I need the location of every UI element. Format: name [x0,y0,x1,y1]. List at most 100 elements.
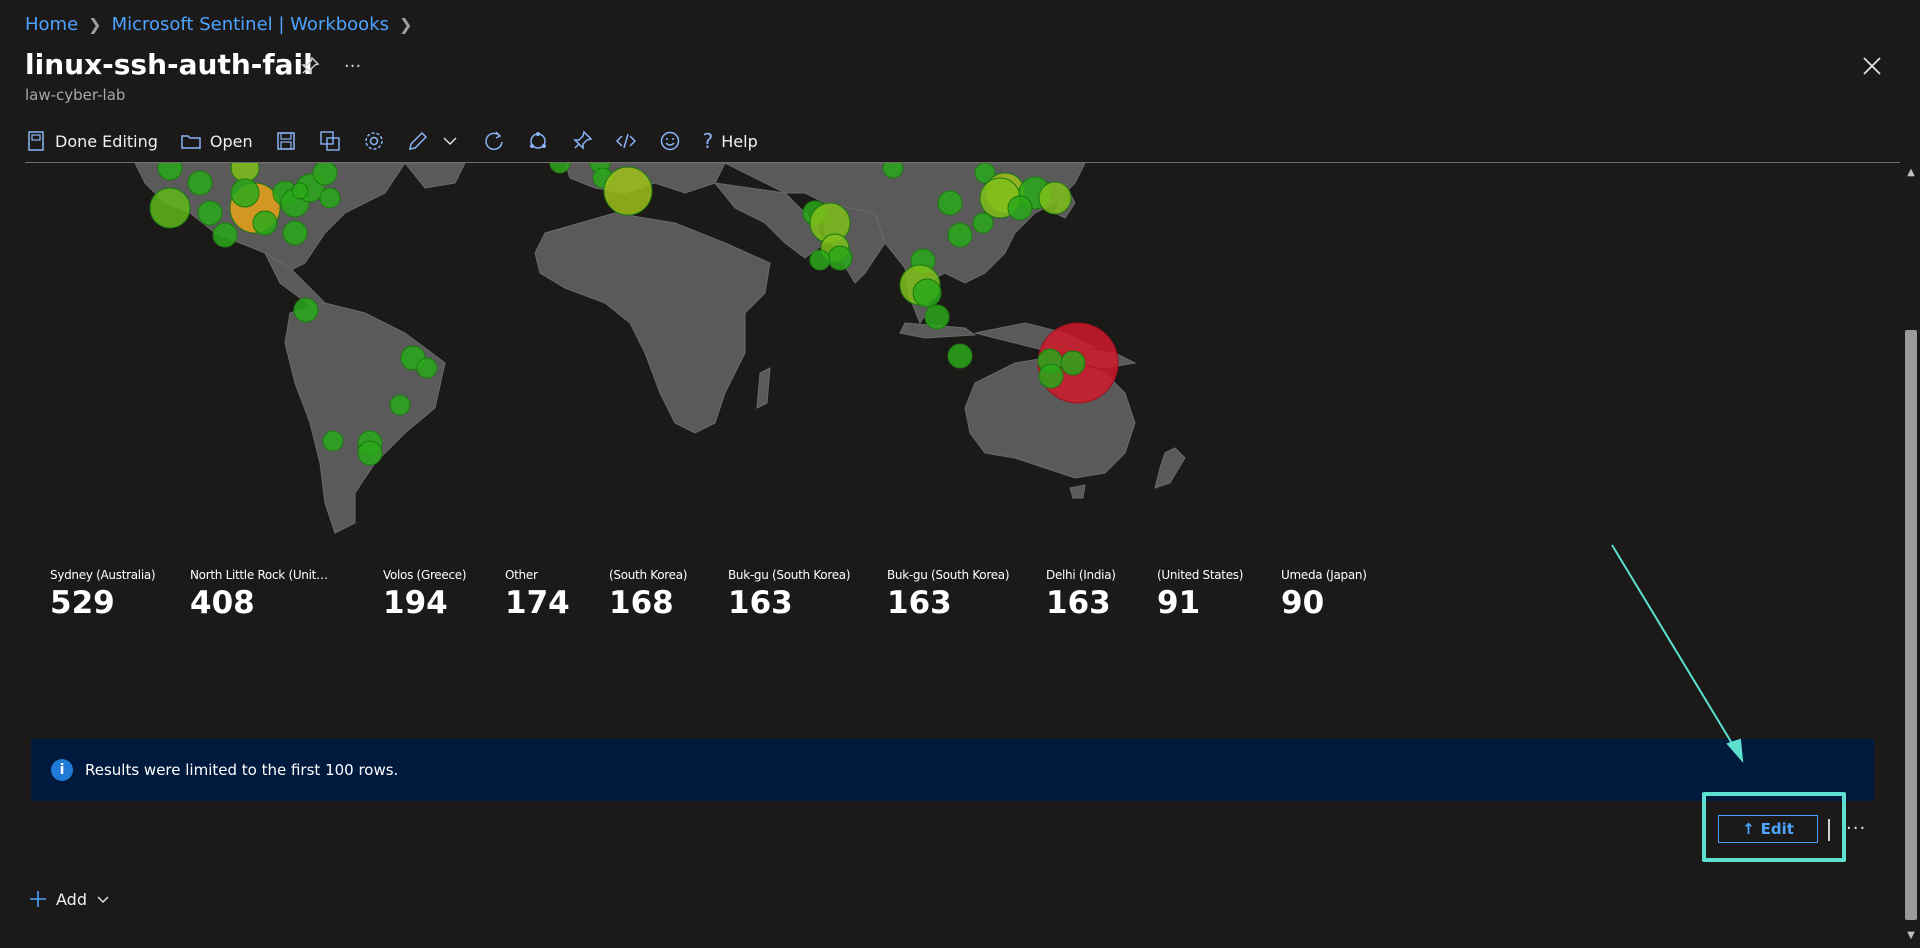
add-button[interactable]: Add [28,889,111,909]
done-editing-button[interactable]: Done Editing [25,130,158,152]
map-marker [293,297,319,323]
breadcrumb-sentinel-workbooks[interactable]: Microsoft Sentinel | Workbooks [112,14,389,35]
scroll-up-icon[interactable]: ▲ [1905,167,1917,179]
breadcrumb-home[interactable]: Home [25,14,78,35]
feedback-smiley-icon[interactable] [659,130,681,152]
map-marker [187,170,213,196]
title-actions: ··· [300,56,361,81]
map-marker [357,440,383,466]
info-message: Results were limited to the first 100 ro… [85,761,399,779]
settings-gear-icon[interactable] [363,130,385,152]
metric-tile[interactable]: Volos (Greece) 194 [383,568,505,621]
open-label: Open [209,131,253,151]
edit-button[interactable]: ↑ Edit [1718,815,1818,843]
map-marker [389,394,411,416]
scroll-thumb[interactable] [1905,330,1917,920]
chevron-right-icon: ❯ [399,15,413,34]
metric-tile[interactable]: Buk-gu (South Korea) 163 [887,568,1046,621]
map-marker [252,210,278,236]
tile-value: 163 [1046,585,1111,621]
map-marker [603,166,653,216]
tile-label: (United States) [1157,568,1244,582]
metric-tile[interactable]: Umeda (Japan) 90 [1281,568,1401,621]
open-button[interactable]: Open [180,130,253,152]
tile-value: 174 [505,585,570,621]
page-subtitle: law-cyber-lab [25,86,126,104]
map-marker [149,187,191,229]
map-marker [937,190,963,216]
tile-label: Other [505,568,538,582]
pin-icon[interactable] [571,130,593,152]
code-icon[interactable] [615,130,637,152]
save-icon[interactable] [275,130,297,152]
tile-value: 91 [1157,585,1201,621]
vertical-scrollbar[interactable]: ▲ ▼ [1902,163,1920,948]
map-marker [549,163,571,174]
metric-tile[interactable]: Other 174 [505,568,609,621]
workbook-content: Sydney (Australia) 529 North Little Rock… [25,163,1897,948]
map-marker [282,220,308,246]
page-title: linux-ssh-auth-fail [25,48,313,81]
metric-tile[interactable]: (South Korea) 168 [609,568,728,621]
map-marker [312,163,338,186]
tile-label: Volos (Greece) [383,568,467,582]
map-marker [230,178,260,208]
tile-value: 163 [728,585,793,621]
refresh-icon[interactable] [483,130,505,152]
map-marker [291,182,309,200]
edit-label: Edit [1760,820,1794,838]
tile-value: 90 [1281,585,1325,621]
metric-tile[interactable]: Sydney (Australia) 529 [50,568,190,621]
metric-tile[interactable]: (United States) 91 [1157,568,1281,621]
more-options-icon[interactable]: ··· [344,56,361,81]
plus-icon [30,891,46,907]
metric-tile[interactable]: Delhi (India) 163 [1046,568,1157,621]
info-icon: i [51,759,73,781]
share-icon[interactable] [527,130,549,152]
folder-icon [181,135,201,149]
toolbar: Done Editing Open ? Help [25,126,758,156]
tile-value: 408 [190,585,255,621]
map-land [134,163,1186,534]
chevron-down-icon[interactable] [439,130,461,152]
metric-tile[interactable]: Buk-gu (South Korea) 163 [728,568,887,621]
map-marker [924,304,950,330]
metric-tile[interactable]: North Little Rock (United ... 408 [190,568,383,621]
map-marker [1038,363,1064,389]
map-marker [322,430,344,452]
map-marker [212,222,238,248]
pin-icon[interactable] [300,56,320,81]
add-label: Add [56,889,87,909]
arrow-up-icon: ↑ [1742,820,1755,838]
breadcrumb: Home ❯ Microsoft Sentinel | Workbooks ❯ [25,14,412,35]
world-map[interactable] [25,163,1225,563]
help-label: Help [721,131,758,151]
tile-label: (South Korea) [609,568,688,582]
tile-label: Delhi (India) [1046,568,1116,582]
tile-value: 168 [609,585,674,621]
map-marker [1060,350,1086,376]
tile-value: 529 [50,585,115,621]
tile-value: 163 [887,585,952,621]
help-button[interactable]: ? Help [703,129,758,153]
map-marker [1007,195,1033,221]
edit-pencil-icon[interactable] [407,130,429,152]
tile-label: North Little Rock (United ... [190,568,330,582]
scroll-down-icon[interactable]: ▼ [1905,930,1917,942]
more-options-icon[interactable]: ··· [1846,818,1866,839]
tile-label: Buk-gu (South Korea) [887,568,1010,582]
done-editing-label: Done Editing [55,131,158,151]
chevron-right-icon: ❯ [88,15,102,34]
map-marker [972,212,994,234]
close-icon[interactable] [1860,54,1884,78]
map-marker [827,245,853,271]
save-as-icon[interactable] [319,130,341,152]
tile-value: 194 [383,585,448,621]
map-marker [947,222,973,248]
map-marker [947,343,973,369]
divider [1828,819,1830,841]
map-marker [912,278,942,308]
map-marker [197,200,223,226]
map-marker [416,357,438,379]
map-marker [882,163,904,179]
